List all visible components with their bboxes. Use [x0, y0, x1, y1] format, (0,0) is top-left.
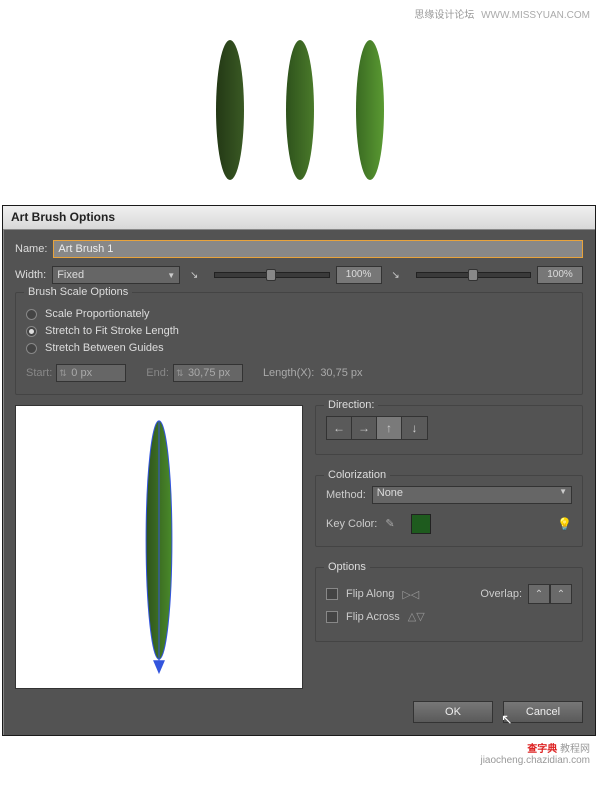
- method-row: Method: None: [326, 486, 572, 504]
- dialog-titlebar: Art Brush Options: [3, 206, 595, 230]
- radio-icon: [26, 309, 37, 320]
- width-mode-select[interactable]: Fixed: [52, 266, 180, 284]
- colorization-legend: Colorization: [324, 469, 390, 481]
- direction-right-button[interactable]: →: [352, 417, 377, 439]
- stretch-guides-radio[interactable]: Stretch Between Guides: [26, 342, 572, 354]
- ok-button[interactable]: OK: [413, 701, 493, 723]
- overlap-btn-2[interactable]: ⌃: [550, 584, 572, 604]
- end-value: 30,75 px: [188, 367, 230, 379]
- flip-across-label: Flip Across: [346, 611, 400, 623]
- stretch-fit-radio[interactable]: Stretch to Fit Stroke Length: [26, 325, 572, 337]
- width-pct-1[interactable]: 100%: [336, 266, 382, 284]
- width-mode-value: Fixed: [57, 269, 84, 281]
- cancel-button[interactable]: Cancel: [503, 701, 583, 723]
- flip-along-label: Flip Along: [346, 588, 394, 600]
- start-input: 0 px: [56, 364, 126, 382]
- flip-along-checkbox[interactable]: [326, 588, 338, 600]
- key-color-label: Key Color:: [326, 518, 377, 530]
- brush-name-input[interactable]: [53, 240, 583, 258]
- width-row: Width: Fixed ↘ 100% ↘ 100%: [15, 266, 583, 284]
- watermark-url: WWW.MISSYUAN.COM: [481, 10, 590, 21]
- length-value: 30,75 px: [320, 367, 362, 379]
- watermark-sub: 教程网: [560, 744, 590, 755]
- method-label: Method:: [326, 489, 366, 501]
- dialog-content: Name: Width: Fixed ↘ 100% ↘ 100% Brush S…: [3, 230, 595, 735]
- direction-buttons: ← → ↑ ↓: [326, 416, 428, 440]
- radio-label: Scale Proportionately: [45, 308, 150, 320]
- preview-svg: [16, 406, 302, 688]
- flip-across-icon: △▽: [408, 610, 425, 623]
- name-row: Name:: [15, 240, 583, 258]
- key-color-swatch[interactable]: [411, 514, 431, 534]
- overlap-btn-1[interactable]: ⌃: [528, 584, 550, 604]
- radio-label: Stretch to Fit Stroke Length: [45, 325, 179, 337]
- options-legend: Options: [324, 561, 370, 573]
- watermark-top: 思缘设计论坛 WWW.MISSYUAN.COM: [414, 6, 590, 21]
- overlap-buttons: ⌃ ⌃: [528, 584, 572, 604]
- start-end-row: Start: 0 px End: 30,75 px Length(X): 30,…: [26, 364, 572, 382]
- pen-pressure-icon-2: ↘: [388, 267, 404, 283]
- flip-along-icon: ▷◁: [402, 588, 419, 601]
- name-label: Name:: [15, 243, 47, 255]
- brush-preview: [15, 405, 303, 689]
- overlap-group: Overlap: ⌃ ⌃: [480, 584, 572, 604]
- watermark-bottom: 查字典 教程网 jiaocheng.chazidian.com: [0, 736, 600, 770]
- width-label: Width:: [15, 269, 46, 281]
- flip-across-checkbox[interactable]: [326, 611, 338, 623]
- method-select[interactable]: None: [372, 486, 572, 504]
- start-value: 0 px: [71, 367, 92, 379]
- scale-legend: Brush Scale Options: [24, 286, 132, 298]
- direction-legend: Direction:: [324, 399, 378, 411]
- pen-pressure-icon: ↘: [186, 267, 202, 283]
- leaf-sample-2: [286, 40, 314, 180]
- method-value: None: [377, 487, 403, 499]
- lower-section: Direction: ← → ↑ ↓ Colorization Method: …: [15, 405, 583, 689]
- leaf-samples: [195, 30, 405, 190]
- radio-icon: [26, 326, 37, 337]
- slider-thumb[interactable]: [266, 269, 276, 281]
- leaf-sample-1: [216, 40, 244, 180]
- options-fieldset: Options Flip Along ▷◁ Overlap: ⌃ ⌃: [315, 567, 583, 642]
- radio-icon: [26, 343, 37, 354]
- slider-thumb[interactable]: [468, 269, 478, 281]
- direction-left-button[interactable]: ←: [327, 417, 352, 439]
- key-color-row: Key Color: ✎ 💡: [326, 514, 572, 534]
- width-slider-1[interactable]: [214, 272, 329, 278]
- overlap-label: Overlap:: [480, 588, 522, 600]
- direction-down-button[interactable]: ↓: [402, 417, 427, 439]
- width-pct-2[interactable]: 100%: [537, 266, 583, 284]
- watermark-bottom-url: jiaocheng.chazidian.com: [480, 755, 590, 766]
- flip-along-row: Flip Along ▷◁ Overlap: ⌃ ⌃: [326, 584, 572, 604]
- start-label: Start:: [26, 367, 52, 379]
- colorization-fieldset: Colorization Method: None Key Color: ✎ 💡: [315, 475, 583, 547]
- header-area: 思缘设计论坛 WWW.MISSYUAN.COM: [0, 0, 600, 205]
- leaf-sample-3: [356, 40, 384, 180]
- scale-proportionately-radio[interactable]: Scale Proportionately: [26, 308, 572, 320]
- tips-icon[interactable]: 💡: [557, 517, 572, 531]
- length-label: Length(X):: [263, 367, 314, 379]
- dialog-footer: OK ↖ Cancel: [15, 701, 583, 723]
- ok-wrapper: OK ↖: [413, 701, 493, 723]
- radio-label: Stretch Between Guides: [45, 342, 164, 354]
- flip-across-row: Flip Across △▽: [326, 610, 572, 623]
- direction-up-button[interactable]: ↑: [377, 417, 402, 439]
- direction-fieldset: Direction: ← → ↑ ↓: [315, 405, 583, 455]
- eyedropper-icon[interactable]: ✎: [385, 517, 403, 531]
- right-column: Direction: ← → ↑ ↓ Colorization Method: …: [315, 405, 583, 689]
- art-brush-options-dialog: Art Brush Options Name: Width: Fixed ↘ 1…: [2, 205, 596, 736]
- end-label: End:: [146, 367, 169, 379]
- width-slider-2[interactable]: [416, 272, 531, 278]
- watermark-brand: 查字典: [527, 744, 557, 755]
- watermark-cn: 思缘设计论坛: [414, 10, 474, 21]
- brush-scale-fieldset: Brush Scale Options Scale Proportionatel…: [15, 292, 583, 395]
- end-input: 30,75 px: [173, 364, 243, 382]
